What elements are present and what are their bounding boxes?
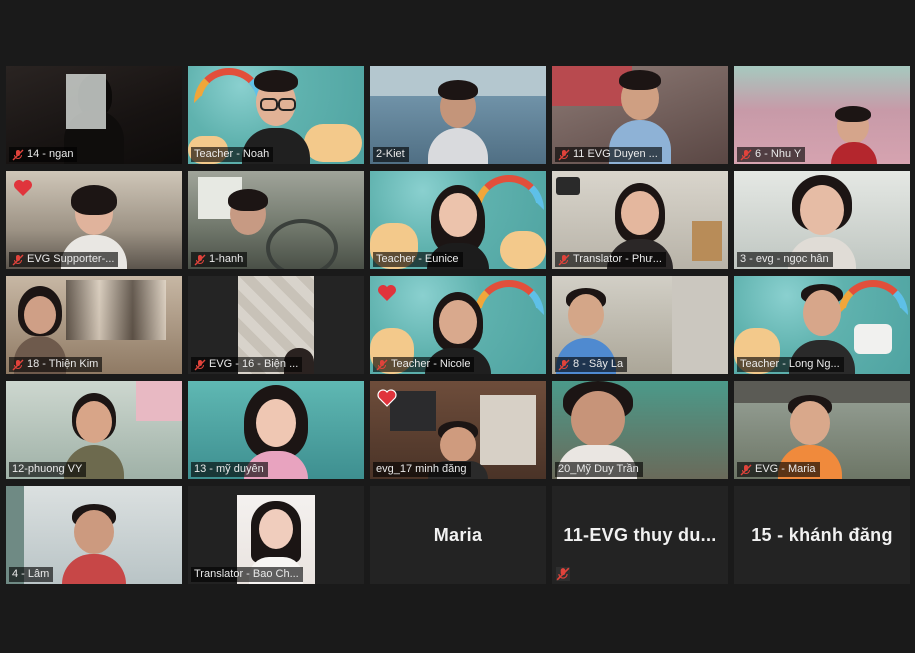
participant-name: 13 - mỹ duyên [194, 463, 264, 475]
participant-name: 6 - Nhu Y [755, 148, 802, 160]
participant-tile[interactable]: EVG - Maria [734, 381, 910, 479]
participant-silhouette [831, 106, 877, 164]
mic-muted-icon [556, 567, 570, 581]
participant-silhouette [428, 78, 488, 164]
heart-reaction-icon [377, 389, 397, 407]
participant-tile[interactable]: Teacher - Long Ng... [734, 276, 910, 374]
mic-muted-icon [376, 359, 388, 371]
mic-muted-icon [194, 254, 206, 266]
participant-name: Teacher - Long Ng... [740, 358, 840, 370]
participant-name: 11 EVG Duyen ... [573, 148, 658, 160]
heart-reaction-icon [378, 285, 396, 301]
gallery-grid: 14 - ngan Teacher - Noah 2-Kiet 11 EVG D… [6, 66, 910, 584]
participant-tile-no-video[interactable]: 11-EVG thuy du... [552, 486, 728, 584]
participant-name: Translator - Phư... [573, 253, 662, 265]
mic-muted-icon [558, 254, 570, 266]
participant-name-label: Teacher - Nicole [373, 357, 475, 372]
participant-name: Translator - Bao Ch... [194, 568, 299, 580]
participant-name: 1-hanh [209, 253, 244, 265]
mic-muted-icon [740, 464, 752, 476]
participant-name-label: 14 - ngan [9, 147, 78, 162]
participant-name: 18 - Thiện Kim [27, 358, 99, 370]
participant-tile[interactable]: 2-Kiet [370, 66, 546, 164]
participant-name-label: EVG - Maria [737, 462, 820, 477]
participant-name-label: 2-Kiet [373, 147, 409, 162]
participant-name-label: 3 - evg - ngọc hân [737, 252, 833, 267]
participant-tile[interactable]: EVG - 16 - Biện ... [188, 276, 364, 374]
participant-name-label: Translator - Phư... [555, 252, 666, 267]
participant-tile[interactable]: 20_Mỹ Duy Trần [552, 381, 728, 479]
participant-name-label: 6 - Nhu Y [737, 147, 806, 162]
participant-tile[interactable]: 6 - Nhu Y [734, 66, 910, 164]
participant-tile[interactable]: EVG Supporter-... [6, 171, 182, 269]
participant-tile[interactable]: 3 - evg - ngọc hân [734, 171, 910, 269]
participant-tile[interactable]: 18 - Thiện Kim [6, 276, 182, 374]
heart-reaction-icon [14, 180, 32, 196]
participant-tile[interactable]: 4 - Lâm [6, 486, 182, 584]
participant-tile[interactable]: Translator - Bao Ch... [188, 486, 364, 584]
participant-name-label: 20_Mỹ Duy Trần [555, 462, 643, 477]
participant-name: Teacher - Noah [194, 148, 270, 160]
participant-name-label: 18 - Thiện Kim [9, 357, 103, 372]
window-light [66, 74, 106, 129]
mic-muted-icon [12, 149, 24, 161]
participant-name: 14 - ngan [27, 148, 74, 160]
participant-tile[interactable]: 8 - Sây La [552, 276, 728, 374]
mic-muted-icon [558, 149, 570, 161]
participant-name: 3 - evg - ngọc hân [740, 253, 829, 265]
participant-name-label: EVG Supporter-... [9, 252, 119, 267]
participant-name: 4 - Lâm [12, 568, 50, 580]
participant-name: evg_17 minh đăng [376, 463, 467, 475]
participant-tile-active-speaker[interactable]: Teacher - Noah [188, 66, 364, 164]
mic-muted-icon [558, 359, 570, 371]
participant-tile[interactable]: 12-phuong VY [6, 381, 182, 479]
participant-name-label: 4 - Lâm [9, 567, 54, 582]
mic-muted-icon [740, 149, 752, 161]
participant-name: EVG Supporter-... [27, 253, 115, 265]
participant-display-name: Maria [433, 524, 483, 545]
participant-name-label: 13 - mỹ duyên [191, 462, 268, 477]
participant-name: 2-Kiet [376, 148, 405, 160]
participant-tile[interactable]: Teacher - Nicole [370, 276, 546, 374]
mic-muted-icon [194, 359, 206, 371]
participant-tile[interactable]: 1-hanh [188, 171, 364, 269]
participant-name-label: EVG - 16 - Biện ... [191, 357, 303, 372]
participant-name: EVG - Maria [755, 463, 816, 475]
participant-display-name: 11-EVG thuy du... [563, 524, 717, 545]
participant-name-label: Teacher - Eunice [373, 252, 463, 267]
participant-name-label: 12-phuong VY [9, 462, 87, 477]
participant-name-label: 1-hanh [191, 252, 248, 267]
participant-tile-no-video[interactable]: 15 - khánh đăng [734, 486, 910, 584]
participant-tile[interactable]: evg_17 minh đăng [370, 381, 546, 479]
participant-tile[interactable]: Translator - Phư... [552, 171, 728, 269]
participant-tile[interactable]: 14 - ngan [6, 66, 182, 164]
participant-tile[interactable]: 11 EVG Duyen ... [552, 66, 728, 164]
participant-name: 12-phuong VY [12, 463, 83, 475]
participant-name-label: Teacher - Noah [191, 147, 274, 162]
participant-name-label: evg_17 minh đăng [373, 462, 471, 477]
participant-tile-no-video[interactable]: Maria [370, 486, 546, 584]
participant-name: Teacher - Nicole [391, 358, 471, 370]
participant-name: 8 - Sây La [573, 358, 624, 370]
participant-display-name: 15 - khánh đăng [751, 524, 893, 545]
participant-name: Teacher - Eunice [376, 253, 459, 265]
participant-name: EVG - 16 - Biện ... [209, 358, 299, 370]
participant-name-label: 11 EVG Duyen ... [555, 147, 662, 162]
participant-silhouette [62, 504, 126, 584]
mic-muted-icon [12, 359, 24, 371]
participant-name-label: 8 - Sây La [555, 357, 628, 372]
participant-name-label: Teacher - Long Ng... [737, 357, 844, 372]
participant-name: 20_Mỹ Duy Trần [558, 463, 639, 475]
participant-tile[interactable]: Teacher - Eunice [370, 171, 546, 269]
participant-tile[interactable]: 13 - mỹ duyên [188, 381, 364, 479]
mic-muted-icon [12, 254, 24, 266]
participant-name-label: Translator - Bao Ch... [191, 567, 303, 582]
